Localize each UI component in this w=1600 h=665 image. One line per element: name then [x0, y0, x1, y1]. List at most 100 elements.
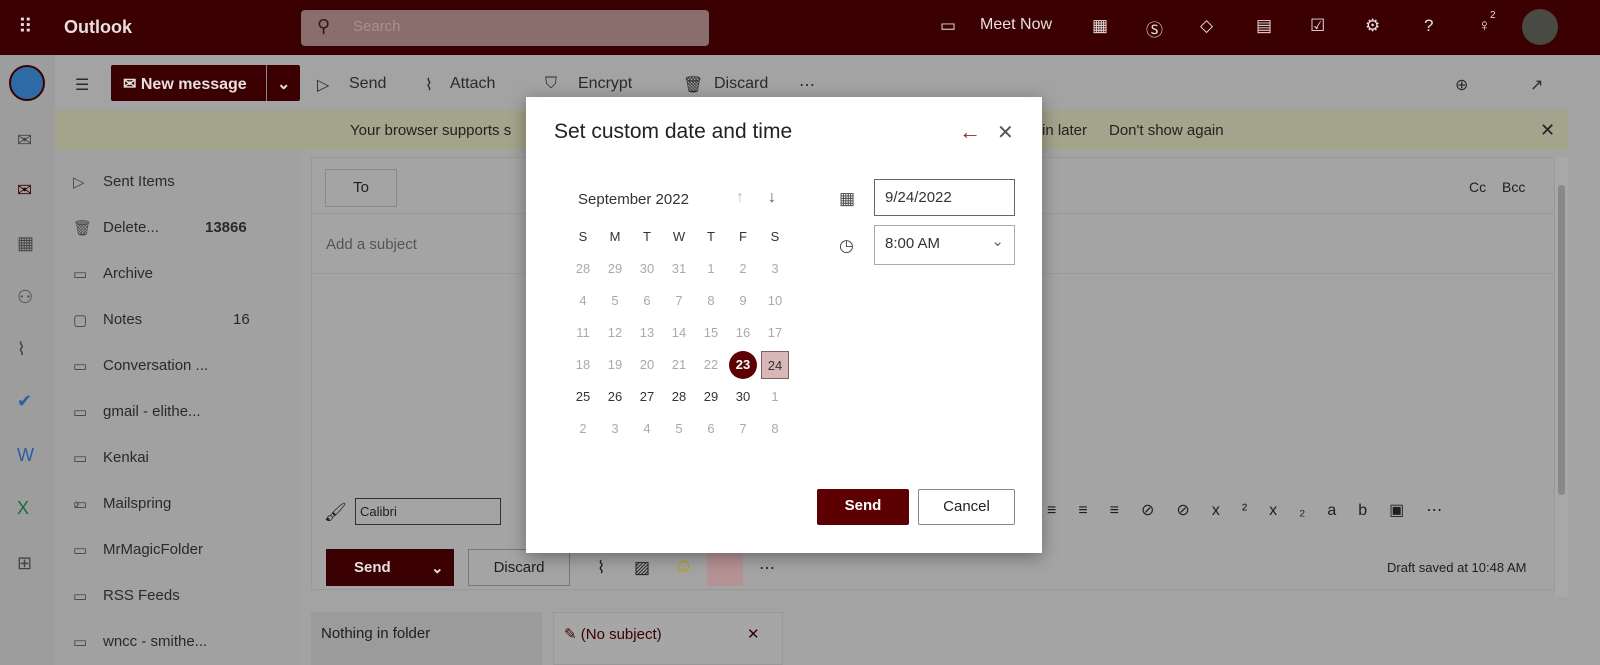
- calendar-day[interactable]: 1: [697, 255, 725, 283]
- apps-icon[interactable]: ⊞: [17, 553, 32, 574]
- chevron-down-icon[interactable]: ⌄: [431, 559, 444, 577]
- calendar-day[interactable]: 29: [697, 383, 725, 411]
- signature-icon[interactable]: [707, 549, 743, 586]
- more-icon[interactable]: ⋯: [799, 75, 815, 95]
- calendar-day[interactable]: 19: [601, 351, 629, 379]
- todo-icon[interactable]: ✔: [17, 391, 32, 412]
- onenote-icon[interactable]: ▤: [1256, 16, 1272, 36]
- gear-icon[interactable]: ⚙: [1365, 16, 1380, 36]
- calendar-day[interactable]: 7: [665, 287, 693, 315]
- calendar-day[interactable]: 9: [729, 287, 757, 315]
- to-button[interactable]: To: [325, 169, 397, 207]
- calendar-day[interactable]: 28: [569, 255, 597, 283]
- calendar-day[interactable]: 21: [665, 351, 693, 379]
- folder-item[interactable]: ▭ MrMagicFolder: [73, 541, 203, 559]
- calendar-day[interactable]: 3: [601, 415, 629, 443]
- format-toolbar-icons[interactable]: ≡≡≡⊘⊘x²x₂ab▣⋯: [1047, 500, 1464, 520]
- expand-chevron-icon[interactable]: ›: [75, 495, 80, 511]
- time-select[interactable]: 8:00 AM ⌄: [874, 225, 1015, 265]
- new-message-button[interactable]: ✉ New message ⌄: [111, 65, 300, 101]
- arrow-down-icon[interactable]: ↓: [768, 189, 776, 207]
- meet-now-button[interactable]: Meet Now: [980, 16, 1052, 34]
- compose-send-button[interactable]: Send ⌄: [326, 549, 454, 586]
- word-icon[interactable]: W: [17, 445, 34, 466]
- diamond-icon[interactable]: ◇: [1200, 16, 1213, 36]
- discard-button[interactable]: Discard: [714, 75, 768, 93]
- calendar-day[interactable]: 2: [569, 415, 597, 443]
- send-button[interactable]: Send: [349, 75, 386, 93]
- calendar-day[interactable]: 6: [697, 415, 725, 443]
- calendar-day[interactable]: 30: [729, 383, 757, 411]
- calendar-day[interactable]: 4: [633, 415, 661, 443]
- calendar-day[interactable]: 10: [761, 287, 789, 315]
- calendar-icon[interactable]: ▦: [17, 233, 34, 254]
- calendar-day[interactable]: 22: [697, 351, 725, 379]
- excel-icon[interactable]: X: [17, 498, 29, 519]
- calendar-day[interactable]: 17: [761, 319, 789, 347]
- help-icon[interactable]: ?: [1424, 16, 1433, 36]
- calendar-day[interactable]: 26: [601, 383, 629, 411]
- calendar-day[interactable]: 18: [569, 351, 597, 379]
- arrow-up-icon[interactable]: ↑: [736, 189, 744, 207]
- folder-item[interactable]: ▭ Mailspring: [73, 495, 171, 513]
- calendar-day[interactable]: 4: [569, 287, 597, 315]
- menu-icon[interactable]: ☰: [75, 75, 89, 95]
- close-icon[interactable]: ✕: [1540, 120, 1555, 141]
- attach-button[interactable]: Attach: [450, 75, 495, 93]
- calendar-day[interactable]: 13: [633, 319, 661, 347]
- calendar-day[interactable]: 16: [729, 319, 757, 347]
- calendar-day[interactable]: 29: [601, 255, 629, 283]
- bcc-button[interactable]: Bcc: [1502, 179, 1525, 195]
- calendar-day[interactable]: 1: [761, 383, 789, 411]
- calendar-day[interactable]: 7: [729, 415, 757, 443]
- qr-icon[interactable]: ▦: [1092, 16, 1108, 36]
- close-icon[interactable]: ✕: [997, 120, 1014, 145]
- people-icon[interactable]: ⚇: [17, 287, 33, 308]
- calendar-day[interactable]: 20: [633, 351, 661, 379]
- image-icon[interactable]: ▨: [634, 558, 650, 578]
- calendar-day[interactable]: 12: [601, 319, 629, 347]
- emoji-icon[interactable]: ☺: [674, 556, 693, 578]
- close-icon[interactable]: ✕: [747, 625, 760, 643]
- calendar-day[interactable]: 6: [633, 287, 661, 315]
- avatar[interactable]: [1522, 9, 1558, 45]
- folder-item[interactable]: ▭ RSS Feeds: [73, 587, 180, 605]
- date-field[interactable]: 9/24/2022: [874, 179, 1015, 216]
- video-icon[interactable]: ▭: [940, 16, 956, 36]
- month-label[interactable]: September 2022: [578, 191, 689, 208]
- folder-item[interactable]: ▭ Kenkai: [73, 449, 149, 467]
- calendar-day[interactable]: 2: [729, 255, 757, 283]
- lightbulb-icon[interactable]: ♀: [1478, 16, 1491, 36]
- dialog-cancel-button[interactable]: Cancel: [918, 489, 1015, 525]
- attach-icon[interactable]: ⌇: [597, 558, 605, 578]
- calendar-day[interactable]: 11: [569, 319, 597, 347]
- calendar-day[interactable]: 5: [601, 287, 629, 315]
- tab-nothing-in-folder[interactable]: Nothing in folder: [311, 612, 542, 665]
- calendar-day[interactable]: 8: [697, 287, 725, 315]
- new-mail-icon[interactable]: ✉: [17, 130, 32, 151]
- calendar-day[interactable]: 23: [729, 351, 757, 379]
- font-select[interactable]: Calibri: [355, 498, 501, 525]
- calendar-day[interactable]: 30: [633, 255, 661, 283]
- scrollbar[interactable]: [1555, 157, 1568, 597]
- dont-show-again-link[interactable]: Don't show again: [1109, 122, 1224, 139]
- folder-item[interactable]: ▷ Sent Items: [73, 173, 175, 191]
- popout-icon[interactable]: ↗: [1530, 75, 1543, 95]
- compose-discard-button[interactable]: Discard: [468, 549, 570, 586]
- more-icon[interactable]: ⋯: [759, 558, 775, 578]
- encrypt-button[interactable]: Encrypt: [578, 75, 632, 93]
- calendar-day[interactable]: 25: [569, 383, 597, 411]
- back-arrow-icon[interactable]: ←: [959, 119, 981, 145]
- calendar-day[interactable]: 3: [761, 255, 789, 283]
- calendar-day[interactable]: 24: [761, 351, 789, 379]
- skype-icon[interactable]: Ⓢ: [1146, 16, 1163, 41]
- folder-item[interactable]: ▭ Conversation ...: [73, 357, 208, 375]
- folder-item[interactable]: 🗑 Delete... 13866: [73, 219, 247, 237]
- folder-item[interactable]: ▭ wncc - smithe...: [73, 633, 207, 651]
- subject-input[interactable]: Add a subject: [326, 236, 417, 253]
- calendar-day[interactable]: 27: [633, 383, 661, 411]
- paperclip-icon[interactable]: ⌇: [17, 339, 26, 360]
- dialog-send-button[interactable]: Send: [817, 489, 909, 525]
- calendar-check-icon[interactable]: ☑: [1310, 16, 1325, 36]
- calendar-day[interactable]: 28: [665, 383, 693, 411]
